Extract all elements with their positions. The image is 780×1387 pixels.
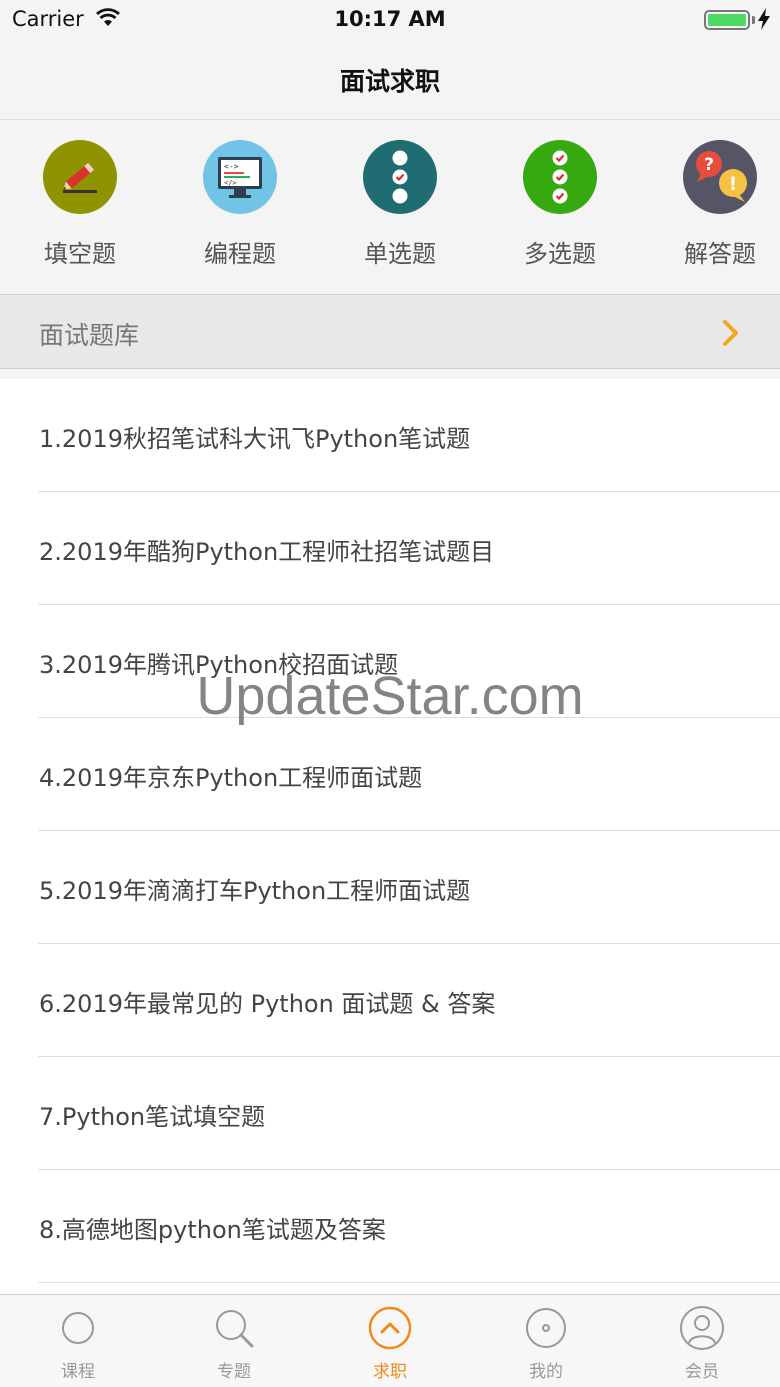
- page-title: 面试求职: [339, 67, 440, 96]
- tab-topics[interactable]: 专题: [156, 1295, 312, 1387]
- tab-bar: 课程 专题 求职 我的 会员: [0, 1294, 780, 1387]
- list-item[interactable]: 3.2019年腾讯Python校招面试题: [0, 605, 780, 718]
- list-item[interactable]: 4.2019年京东Python工程师面试题: [0, 718, 780, 831]
- list-item[interactable]: 7.Python笔试填空题: [0, 1057, 780, 1170]
- list-item[interactable]: 6.2019年最常见的 Python 面试题 & 答案: [0, 944, 780, 1057]
- list-item-title: 2.2019年酷狗Python工程师社招笔试题目: [39, 538, 495, 566]
- list-item[interactable]: 2.2019年酷狗Python工程师社招笔试题目: [0, 492, 780, 605]
- svg-text:</>: </>: [224, 179, 237, 187]
- category-programming[interactable]: <-> </> 编程题: [160, 140, 320, 269]
- category-row: 填空题 <-> </> 编程题 单选题 多选题 ? ! 解答题: [0, 121, 780, 294]
- question-bank-row[interactable]: 面试题库: [0, 294, 780, 369]
- tab-label: 会员: [685, 1362, 719, 1382]
- charging-icon: [758, 8, 770, 30]
- category-fill-blank[interactable]: 填空题: [0, 140, 160, 269]
- nav-bar: 面试求职: [0, 40, 780, 120]
- code-monitor-icon: <-> </>: [203, 140, 277, 214]
- search-icon: [216, 1310, 254, 1348]
- list-item-title: 7.Python笔试填空题: [39, 1103, 266, 1131]
- category-label: 填空题: [44, 240, 116, 268]
- list-item-title: 4.2019年京东Python工程师面试题: [39, 764, 423, 792]
- tab-mine[interactable]: 我的: [468, 1295, 624, 1387]
- user-icon: [680, 1306, 724, 1350]
- category-single-choice[interactable]: 单选题: [320, 140, 480, 269]
- svg-text:!: !: [729, 173, 738, 195]
- category-label: 多选题: [524, 240, 596, 268]
- disc-icon: [526, 1308, 566, 1348]
- tab-label: 求职: [373, 1362, 407, 1382]
- battery-tip: [752, 16, 755, 24]
- single-choice-icon: [363, 140, 437, 214]
- list-item-title: 6.2019年最常见的 Python 面试题 & 答案: [39, 990, 496, 1018]
- clock: 10:17 AM: [334, 7, 446, 31]
- list-item-title: 5.2019年滴滴打车Python工程师面试题: [39, 877, 471, 905]
- chevron-right-icon: [723, 320, 738, 346]
- category-label: 单选题: [364, 240, 436, 268]
- divider: [38, 1282, 780, 1283]
- tab-jobs[interactable]: 求职: [312, 1295, 468, 1387]
- status-bar: Carrier 10:17 AM: [0, 0, 780, 40]
- chevron-up-circle-icon: [368, 1306, 412, 1350]
- category-answer[interactable]: ? ! 解答题: [640, 140, 780, 269]
- tab-label: 课程: [61, 1362, 95, 1382]
- category-multi-choice[interactable]: 多选题: [480, 140, 640, 269]
- list-item-title: 3.2019年腾讯Python校招面试题: [39, 651, 399, 679]
- circle-icon: [62, 1312, 94, 1344]
- list-item[interactable]: 8.高德地图python笔试题及答案: [0, 1170, 780, 1283]
- list-item-title: 8.高德地图python笔试题及答案: [39, 1216, 386, 1244]
- list-item[interactable]: 1.2019秋招笔试科大讯飞Python笔试题: [0, 379, 780, 492]
- article-list: 1.2019秋招笔试科大讯飞Python笔试题 2.2019年酷狗Python工…: [0, 379, 780, 1294]
- tab-label: 我的: [529, 1362, 563, 1382]
- list-item[interactable]: 5.2019年滴滴打车Python工程师面试题: [0, 831, 780, 944]
- tab-label: 专题: [217, 1362, 251, 1382]
- tab-member[interactable]: 会员: [624, 1295, 780, 1387]
- svg-text:?: ?: [704, 155, 714, 175]
- category-label: 编程题: [204, 240, 276, 268]
- question-bank-label: 面试题库: [39, 321, 140, 350]
- pencil-icon: [43, 140, 117, 214]
- list-item-title: 1.2019秋招笔试科大讯飞Python笔试题: [39, 425, 471, 453]
- tab-courses[interactable]: 课程: [0, 1295, 156, 1387]
- battery-icon: [704, 10, 750, 30]
- multi-choice-icon: [523, 140, 597, 214]
- svg-text:<->: <->: [224, 162, 239, 171]
- category-label: 解答题: [684, 240, 756, 268]
- question-answer-icon: ? !: [683, 140, 757, 214]
